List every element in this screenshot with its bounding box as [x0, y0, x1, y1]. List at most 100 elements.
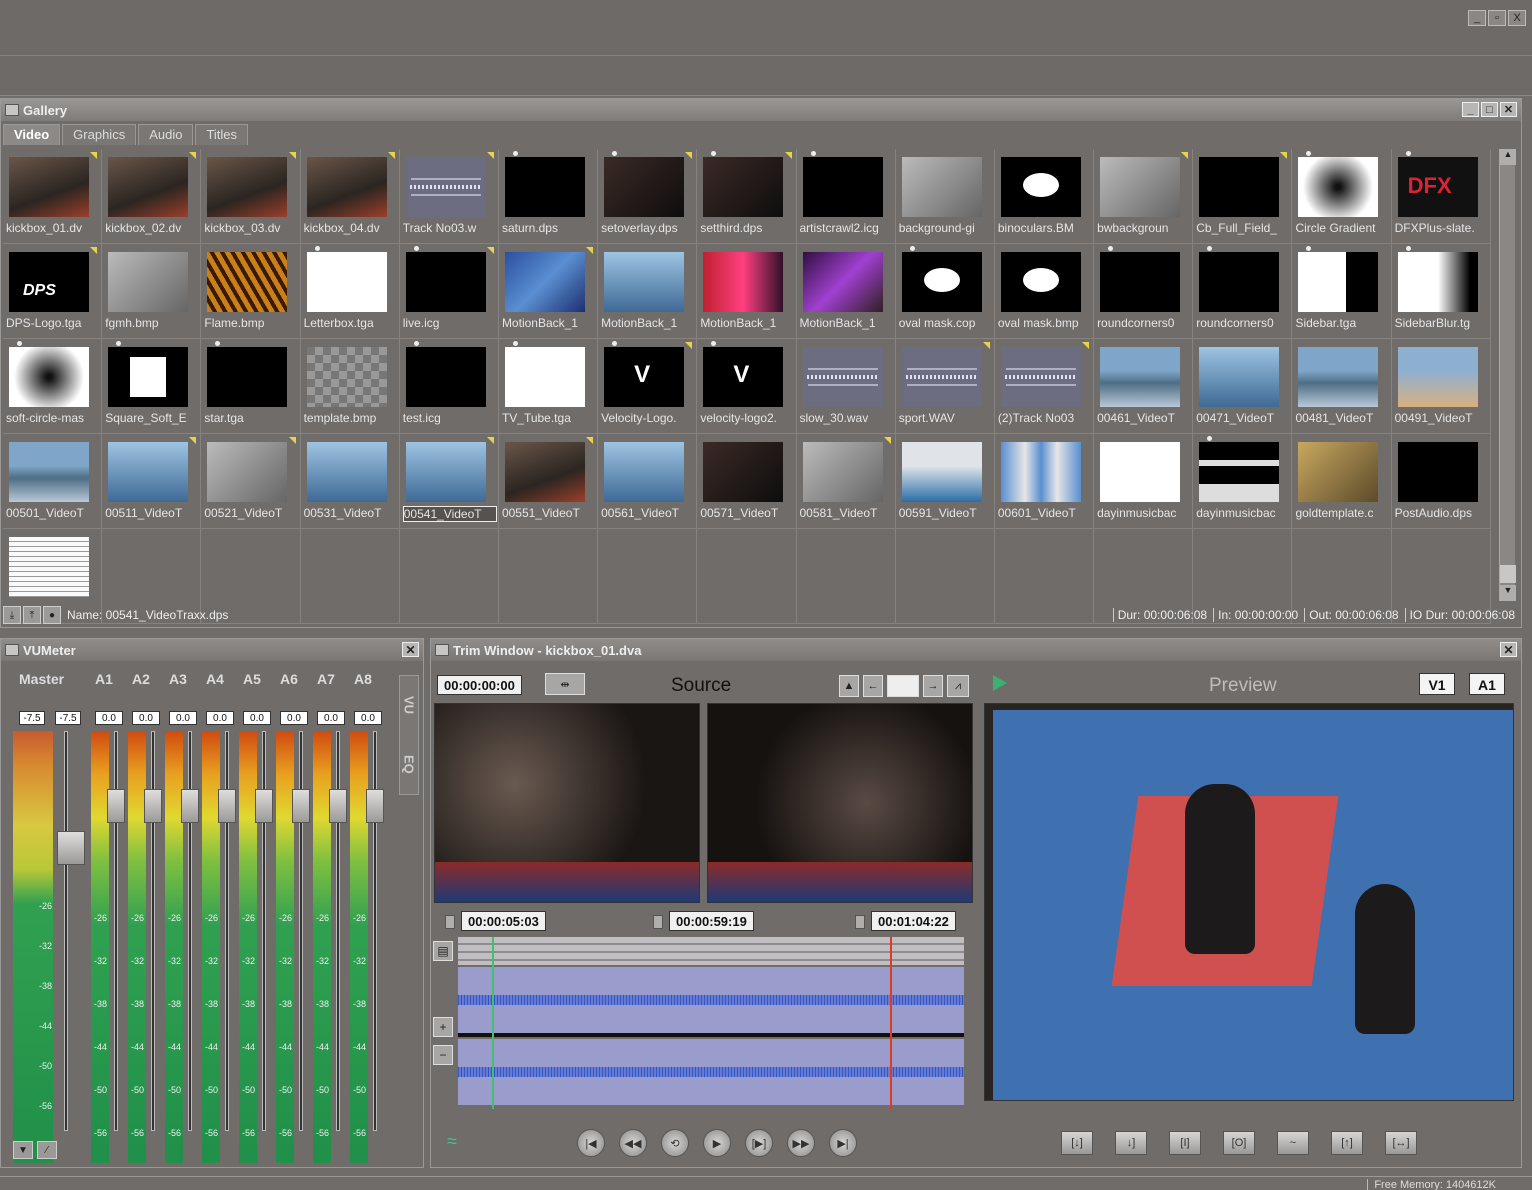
gallery-item[interactable]: Circle Gradient	[1292, 149, 1392, 244]
gallery-item[interactable]: PostAudio.dps	[1391, 434, 1491, 529]
close-icon[interactable]: X	[1508, 10, 1526, 26]
in-timecode[interactable]: 00:00:05:03	[461, 911, 546, 931]
meter-options-icon[interactable]: ▼	[13, 1141, 33, 1159]
mark-in-icon[interactable]: [I]	[1169, 1131, 1201, 1155]
gallery-item[interactable]: DFXPlus-slate.	[1391, 149, 1491, 244]
gallery-item[interactable]: roundcorners0	[1094, 244, 1194, 339]
master-fader-handle[interactable]	[57, 831, 85, 865]
scroll-up-icon[interactable]: ▲	[1500, 149, 1516, 165]
gallery-item[interactable]: (2)Track No03	[994, 339, 1095, 434]
tab-graphics[interactable]: Graphics	[62, 124, 137, 145]
trim-timeline[interactable]	[458, 937, 964, 1109]
jog-slider[interactable]	[887, 675, 919, 697]
import-icon[interactable]: ⤓	[3, 606, 21, 624]
gallery-item[interactable]: 00461_VideoT	[1094, 339, 1194, 434]
gallery-item[interactable]: goldtemplate.c	[1292, 434, 1392, 529]
trim-titlebar[interactable]: Trim Window - kickbox_01.dva ✕	[431, 639, 1521, 661]
channel-fader-handle[interactable]	[218, 789, 236, 823]
channel-fader-handle[interactable]	[181, 789, 199, 823]
mark-out-icon[interactable]: [O]	[1223, 1131, 1255, 1155]
gallery-item[interactable]: 00581_VideoT	[796, 434, 896, 529]
out-timecode[interactable]: 00:01:04:22	[871, 911, 956, 931]
gallery-item[interactable]: binoculars.BM	[994, 149, 1095, 244]
gallery-item[interactable]: kickbox_04.dv	[300, 149, 400, 244]
gallery-item[interactable]: Track No03.w	[399, 149, 499, 244]
gallery-item[interactable]: DPS-Logo.tga	[3, 244, 103, 339]
loop-icon[interactable]: ⟲	[661, 1129, 689, 1157]
gallery-item[interactable]: artistcrawl2.icg	[796, 149, 896, 244]
gallery-item[interactable]: TV_Tube.tga	[498, 339, 599, 434]
ripple-icon[interactable]: ~	[1277, 1131, 1309, 1155]
gallery-item[interactable]: slow_30.wav	[796, 339, 896, 434]
gallery-item[interactable]: MotionBack_1	[498, 244, 599, 339]
close-icon[interactable]: ✕	[1500, 642, 1517, 657]
gallery-item[interactable]: kickbox_03.dv	[201, 149, 301, 244]
tab-audio[interactable]: Audio	[138, 124, 194, 145]
step-icon[interactable]: ⩘	[947, 675, 969, 697]
gallery-scrollbar[interactable]: ▲ ▼	[1499, 149, 1516, 601]
zoom-out-icon[interactable]: −	[433, 1045, 453, 1065]
gallery-titlebar[interactable]: Gallery _ □ ✕	[1, 99, 1521, 121]
gallery-item[interactable]: 00551_VideoT	[498, 434, 599, 529]
meter-link-icon[interactable]: ⁄	[37, 1141, 57, 1159]
gallery-item[interactable]: velocity-logo2.	[697, 339, 797, 434]
gallery-item[interactable]: SidebarBlur.tg	[1391, 244, 1491, 339]
mark-source-icon[interactable]: ⇹	[545, 673, 585, 695]
play-icon[interactable]: ▶	[703, 1129, 731, 1157]
gallery-item[interactable]: bwbackgroun	[1094, 149, 1194, 244]
gallery-item[interactable]: Velocity-Logo.	[598, 339, 698, 434]
lift-icon[interactable]: [↔]	[1385, 1131, 1417, 1155]
gallery-item[interactable]: test.icg	[399, 339, 499, 434]
in-lock-icon[interactable]	[445, 915, 455, 929]
gallery-item[interactable]: kickbox_01.dv	[3, 149, 103, 244]
out-lock-icon[interactable]	[855, 915, 865, 929]
zoom-in-icon[interactable]: +	[433, 1017, 453, 1037]
gallery-item[interactable]: sport.WAV	[895, 339, 995, 434]
go-to-end-icon[interactable]: ▶|	[829, 1129, 857, 1157]
insert-icon[interactable]: [↓]	[1061, 1131, 1093, 1155]
channel-fader-handle[interactable]	[255, 789, 273, 823]
gallery-item[interactable]: dayinmusicbac	[1193, 434, 1293, 529]
gallery-item[interactable]: setoverlay.dps	[598, 149, 698, 244]
gallery-item[interactable]: soft-circle-mas	[3, 339, 103, 434]
timeline-lock-icon[interactable]: ▤	[433, 941, 453, 961]
gallery-item[interactable]: MotionBack_1	[796, 244, 896, 339]
gallery-item[interactable]: oval mask.bmp	[994, 244, 1095, 339]
play-in-out-icon[interactable]: [▶]	[745, 1129, 773, 1157]
a1-track-button[interactable]: A1	[1469, 673, 1505, 695]
gallery-item[interactable]: 00531_VideoT	[300, 434, 400, 529]
channel-fader-handle[interactable]	[329, 789, 347, 823]
channel-fader-handle[interactable]	[366, 789, 384, 823]
tab-eq[interactable]: EQ	[402, 755, 417, 774]
gallery-item[interactable]: saturn.dps	[498, 149, 599, 244]
gallery-item[interactable]: MotionBack_1	[598, 244, 698, 339]
gallery-item[interactable]: 00481_VideoT	[1292, 339, 1392, 434]
gallery-item[interactable]: oval mask.cop	[895, 244, 995, 339]
channel-fader-handle[interactable]	[144, 789, 162, 823]
gallery-item[interactable]: kickbox_02.dv	[102, 149, 202, 244]
channel-fader-handle[interactable]	[107, 789, 125, 823]
gallery-item[interactable]: MotionBack_1	[697, 244, 797, 339]
duration-lock-icon[interactable]	[653, 915, 663, 929]
gallery-item[interactable]: template.bmp	[300, 339, 400, 434]
nudge-right-icon[interactable]: →	[923, 675, 943, 697]
channel-gain-a6[interactable]: 0.0	[280, 711, 308, 725]
v1-track-button[interactable]: V1	[1419, 673, 1455, 695]
record-icon[interactable]: ●	[43, 606, 61, 624]
close-icon[interactable]: ✕	[1500, 102, 1517, 117]
gallery-item[interactable]: background-gi	[895, 149, 995, 244]
tab-titles[interactable]: Titles	[195, 124, 249, 145]
vumeter-titlebar[interactable]: VUMeter ✕	[1, 639, 423, 661]
gallery-item[interactable]: Cb_Full_Field_	[1193, 149, 1293, 244]
restore-icon[interactable]: ▫	[1488, 10, 1506, 26]
gallery-item[interactable]: 00591_VideoT	[895, 434, 995, 529]
gallery-item[interactable]: fgmh.bmp	[102, 244, 202, 339]
minimize-icon[interactable]: _	[1468, 10, 1486, 26]
gallery-item[interactable]: 00471_VideoT	[1193, 339, 1293, 434]
channel-gain-a8[interactable]: 0.0	[354, 711, 382, 725]
channel-gain-a5[interactable]: 0.0	[243, 711, 271, 725]
channel-gain-a2[interactable]: 0.0	[132, 711, 160, 725]
gallery-item[interactable]: 00511_VideoT	[102, 434, 202, 529]
maximize-icon[interactable]: □	[1481, 102, 1498, 117]
minimize-icon[interactable]: _	[1462, 102, 1479, 117]
